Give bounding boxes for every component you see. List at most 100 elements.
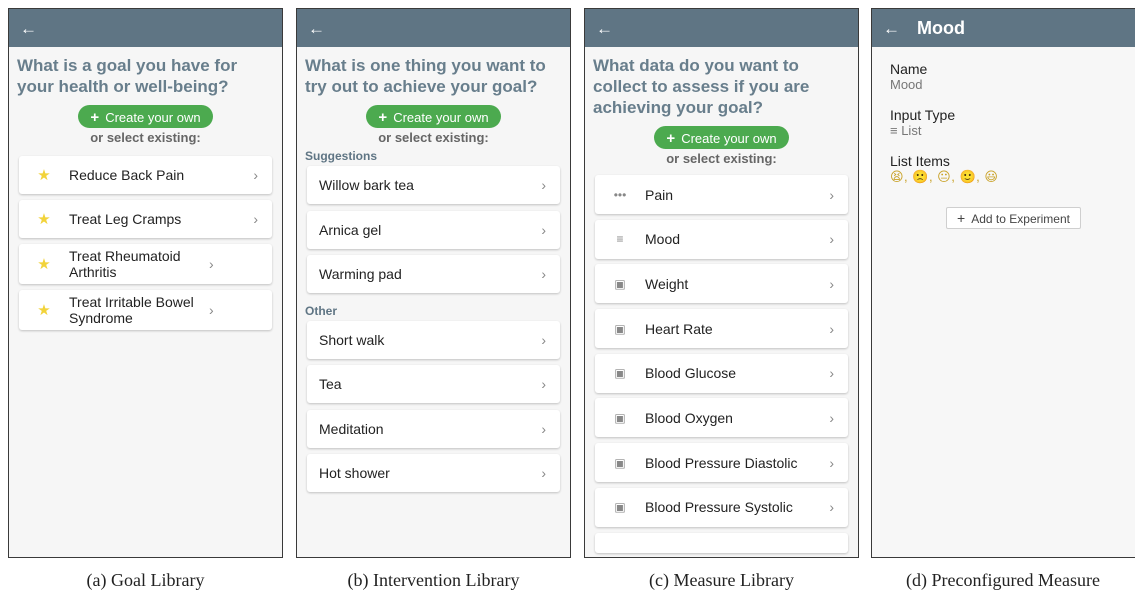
device-icon: ▣ — [614, 410, 626, 425]
suggestions-section-label: Suggestions — [305, 149, 378, 163]
app-bar: ← Mood — [872, 9, 1135, 47]
device-icon: ▣ — [614, 455, 626, 470]
back-arrow-icon[interactable]: ← — [20, 20, 38, 37]
app-bar: ← — [585, 9, 858, 47]
or-select-existing: or select existing: — [666, 151, 777, 166]
intervention-item-tea[interactable]: Tea › — [307, 365, 560, 403]
measure-item-label: Blood Pressure Systolic — [645, 499, 793, 516]
dots-icon: ••• — [613, 187, 627, 202]
measure-item-label: Blood Glucose — [645, 365, 737, 382]
create-own-measure-button[interactable]: + Create your own — [654, 126, 789, 149]
intervention-item-label: Warming pad — [319, 266, 402, 282]
intervention-item-arnica-gel[interactable]: Arnica gel › — [307, 210, 560, 249]
input-type-value: List — [901, 123, 922, 138]
list-items-field: List Items 😫, 🙁, 😐, 🙂, 😃 — [872, 153, 1135, 185]
intervention-item-hot-shower[interactable]: Hot shower › — [307, 454, 560, 492]
measure-item-blood-oxygen[interactable]: ▣ Blood Oxygen › — [595, 398, 848, 438]
measure-item-label: Mood — [645, 231, 681, 248]
chevron-right-icon: › — [253, 211, 258, 227]
goal-item-label: Treat Irritable Bowel Syndrome — [69, 294, 194, 326]
goal-item-reduce-back-pain[interactable]: ★ Reduce Back Pain › — [19, 156, 272, 194]
create-own-label: Create your own — [393, 110, 489, 125]
star-icon: ★ — [37, 167, 51, 184]
goal-item-label: Treat Rheumatoid Arthritis — [69, 248, 181, 280]
input-type-value-row: ≡ List — [890, 123, 1117, 139]
list-items-label: List Items — [890, 153, 950, 169]
intervention-item-label: Arnica gel — [319, 221, 382, 238]
or-select-existing: or select existing: — [378, 130, 489, 145]
chevron-right-icon: › — [829, 409, 834, 426]
back-arrow-icon[interactable]: ← — [883, 20, 901, 37]
chevron-right-icon: › — [541, 420, 546, 437]
chevron-right-icon: › — [829, 275, 834, 292]
intervention-item-label: Meditation — [319, 420, 384, 437]
intervention-item-short-walk[interactable]: Short walk › — [307, 320, 560, 359]
preconfigured-measure-screen: ← Mood Name Mood Input Type ≡ List List … — [871, 8, 1135, 558]
name-field: Name Mood — [872, 61, 1135, 93]
chevron-right-icon: › — [541, 331, 546, 348]
app-bar: ← — [9, 9, 282, 47]
goal-item-treat-ibs[interactable]: ★ Treat Irritable Bowel Syndrome › — [19, 290, 272, 330]
plus-icon: + — [957, 210, 966, 226]
chevron-right-icon: › — [829, 231, 834, 248]
caption-measure-library: (c) Measure Library — [649, 570, 794, 590]
intervention-item-label: Tea — [319, 376, 342, 392]
measure-item-heart-rate[interactable]: ▣ Heart Rate › — [595, 309, 848, 349]
name-label: Name — [890, 61, 928, 77]
chevron-right-icon: › — [541, 465, 546, 481]
create-own-label: Create your own — [681, 131, 777, 146]
other-section-label: Other — [305, 303, 338, 318]
back-arrow-icon[interactable]: ← — [596, 20, 614, 37]
chevron-right-icon: › — [829, 186, 834, 203]
measure-item-blood-pressure-systolic[interactable]: ▣ Blood Pressure Systolic › — [595, 487, 848, 527]
input-type-label: Input Type — [890, 107, 956, 123]
measure-list: ••• Pain › ≡ Mood › ▣ Weight › ▣ Heart R… — [585, 175, 858, 553]
intervention-item-warming-pad[interactable]: Warming pad › — [307, 255, 560, 293]
measure-item-pain[interactable]: ••• Pain › — [595, 175, 848, 214]
chevron-right-icon: › — [541, 221, 546, 238]
caption-preconfigured-measure: (d) Preconfigured Measure — [906, 570, 1100, 590]
intervention-library-screen: ← What is one thing you want to try out … — [296, 8, 571, 558]
measure-item-label: Weight — [645, 275, 689, 292]
chevron-right-icon: › — [541, 266, 546, 282]
intervention-item-label: Short walk — [319, 331, 385, 348]
list-icon: ≡ — [616, 232, 624, 247]
suggestions-list: Willow bark tea › Arnica gel › Warming p… — [297, 166, 570, 293]
chevron-right-icon: › — [209, 256, 214, 272]
other-list: Short walk › Tea › Meditation › Hot show… — [297, 320, 570, 492]
measure-item-label: Blood Pressure Diastolic — [645, 454, 798, 471]
goal-question: What is a goal you have for your health … — [17, 56, 238, 96]
device-icon: ▣ — [614, 321, 626, 336]
back-arrow-icon[interactable]: ← — [308, 20, 326, 37]
device-icon: ▣ — [614, 500, 626, 515]
chevron-right-icon: › — [829, 454, 834, 471]
measure-item-label: Pain — [645, 186, 674, 203]
add-to-experiment-button[interactable]: + Add to Experiment — [946, 207, 1081, 229]
goal-item-treat-rheumatoid-arthritis[interactable]: ★ Treat Rheumatoid Arthritis › — [19, 244, 272, 284]
goal-item-treat-leg-cramps[interactable]: ★ Treat Leg Cramps › — [19, 200, 272, 238]
measure-question: What data do you want to collect to asse… — [593, 56, 810, 117]
input-type-field: Input Type ≡ List — [872, 107, 1135, 139]
goal-library-screen: ← What is a goal you have for your healt… — [8, 8, 283, 558]
device-icon: ▣ — [614, 366, 626, 381]
intervention-item-willow-bark-tea[interactable]: Willow bark tea › — [307, 166, 560, 204]
measure-item-mood[interactable]: ≡ Mood › — [595, 219, 848, 259]
chevron-right-icon: › — [829, 499, 834, 516]
measure-item-blood-pressure-diastolic[interactable]: ▣ Blood Pressure Diastolic › — [595, 443, 848, 483]
chevron-right-icon: › — [541, 376, 546, 392]
measure-item-weight[interactable]: ▣ Weight › — [595, 264, 848, 304]
create-own-goal-button[interactable]: + Create your own — [78, 105, 213, 128]
caption-intervention-library: (b) Intervention Library — [347, 570, 520, 590]
page-title: Mood — [917, 17, 965, 38]
measure-item-blood-glucose[interactable]: ▣ Blood Glucose › — [595, 353, 848, 393]
goal-item-label: Reduce Back Pain — [69, 167, 185, 183]
measure-library-screen: ← What data do you want to collect to as… — [584, 8, 859, 558]
measure-item-partial[interactable] — [595, 532, 848, 553]
list-icon: ≡ — [890, 123, 902, 138]
create-own-intervention-button[interactable]: + Create your own — [366, 105, 501, 128]
intervention-item-meditation[interactable]: Meditation › — [307, 409, 560, 448]
chevron-right-icon: › — [829, 320, 834, 337]
list-items-value: 😫, 🙁, 😐, 🙂, 😃 — [890, 169, 999, 184]
add-to-experiment-label: Add to Experiment — [971, 212, 1070, 226]
star-icon: ★ — [37, 211, 51, 228]
